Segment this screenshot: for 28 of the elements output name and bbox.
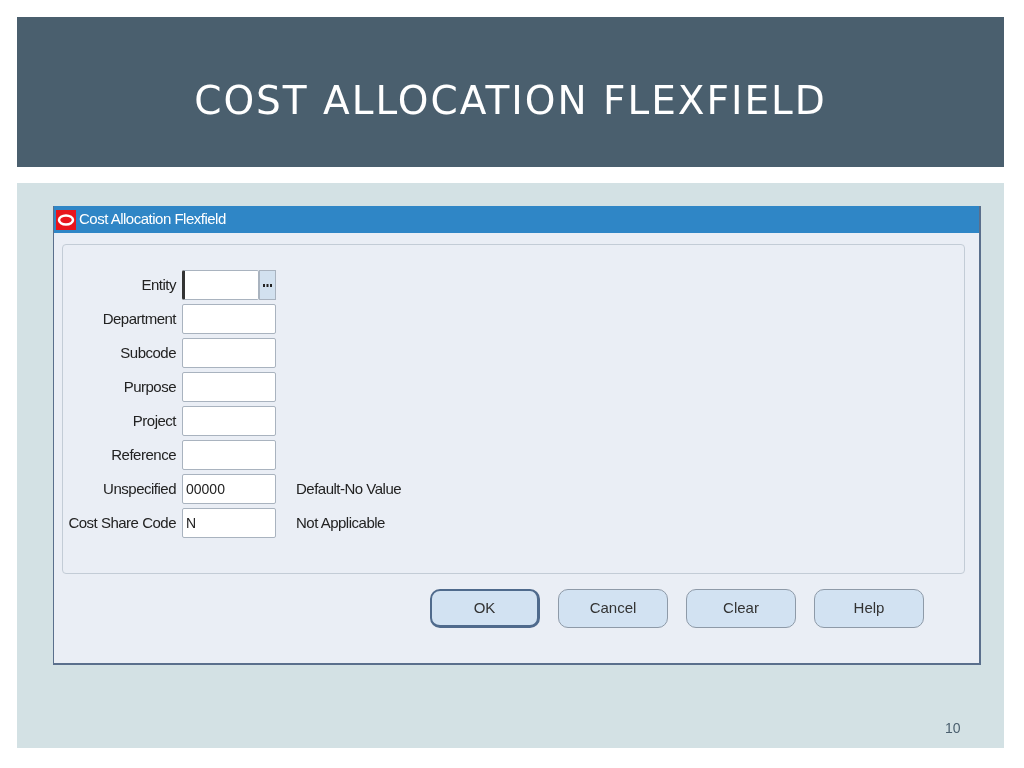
text-field[interactable]	[182, 440, 276, 470]
text-field[interactable]	[182, 338, 276, 368]
slide-title: COST ALLOCATION FLEXFIELD	[194, 76, 827, 125]
text-field[interactable]: N	[182, 508, 276, 538]
field-label: Entity	[140, 274, 178, 295]
list-of-values-button[interactable]	[259, 270, 276, 300]
field-label: Subcode	[119, 342, 177, 363]
field-label: Unspecified	[102, 478, 177, 499]
text-field[interactable]	[182, 270, 259, 300]
text-field[interactable]	[182, 406, 276, 436]
field-label: Project	[131, 410, 178, 431]
field-label: Reference	[110, 444, 177, 465]
field-label: Cost Share Code	[67, 512, 177, 533]
dialog-button[interactable]: Clear	[686, 589, 796, 628]
text-field[interactable]	[182, 304, 276, 334]
dialog-button[interactable]: Cancel	[558, 589, 668, 628]
ellipsis-icon	[263, 283, 272, 287]
field-label: Department	[101, 308, 178, 329]
field-label: Purpose	[122, 376, 177, 397]
field-description: Default-No Value	[296, 478, 402, 499]
text-field[interactable]: 00000	[182, 474, 276, 504]
text-field[interactable]	[182, 372, 276, 402]
field-description: Not Applicable	[296, 512, 385, 533]
page-number: 10	[945, 719, 961, 738]
dialog-button[interactable]: Help	[814, 589, 924, 628]
window-title: Cost Allocation Flexfield	[79, 209, 226, 230]
dialog-button[interactable]: OK	[430, 589, 540, 628]
app-logo-icon	[56, 209, 76, 230]
